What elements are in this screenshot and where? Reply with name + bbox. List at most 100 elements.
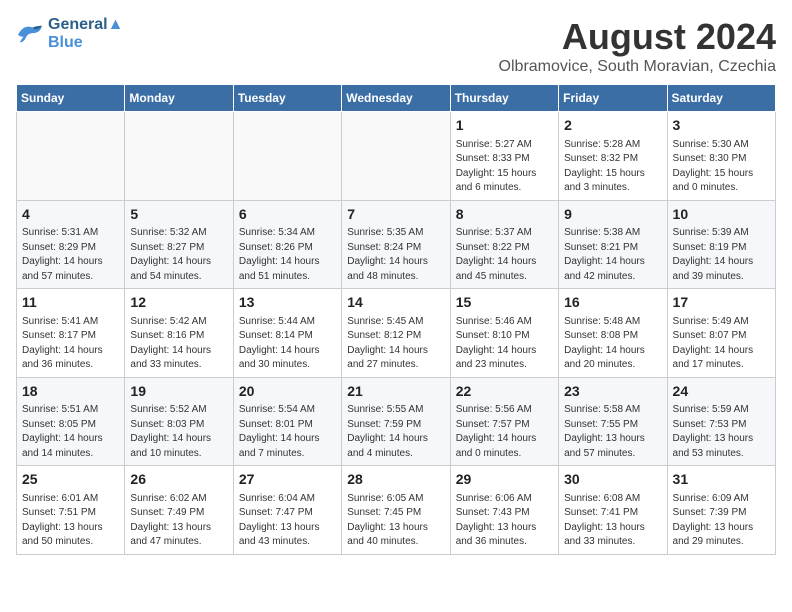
calendar-table: Sunday Monday Tuesday Wednesday Thursday… xyxy=(16,84,776,555)
page-header: General▲ Blue August 2024 Olbramovice, S… xyxy=(16,16,776,76)
calendar-cell xyxy=(17,112,125,201)
calendar-cell: 18Sunrise: 5:51 AM Sunset: 8:05 PM Dayli… xyxy=(17,377,125,466)
calendar-title-block: August 2024 Olbramovice, South Moravian,… xyxy=(499,16,776,76)
day-info: Sunrise: 6:06 AM Sunset: 7:43 PM Dayligh… xyxy=(456,492,553,550)
day-info: Sunrise: 5:56 AM Sunset: 7:57 PM Dayligh… xyxy=(456,403,553,461)
calendar-cell: 8Sunrise: 5:37 AM Sunset: 8:22 PM Daylig… xyxy=(450,200,558,289)
day-number: 27 xyxy=(239,470,336,490)
calendar-cell: 22Sunrise: 5:56 AM Sunset: 7:57 PM Dayli… xyxy=(450,377,558,466)
day-number: 28 xyxy=(347,470,444,490)
col-monday: Monday xyxy=(125,85,233,112)
calendar-cell: 3Sunrise: 5:30 AM Sunset: 8:30 PM Daylig… xyxy=(667,112,775,201)
calendar-cell: 6Sunrise: 5:34 AM Sunset: 8:26 PM Daylig… xyxy=(233,200,341,289)
day-number: 19 xyxy=(130,382,227,402)
calendar-row-4: 18Sunrise: 5:51 AM Sunset: 8:05 PM Dayli… xyxy=(17,377,776,466)
calendar-cell: 2Sunrise: 5:28 AM Sunset: 8:32 PM Daylig… xyxy=(559,112,667,201)
day-number: 18 xyxy=(22,382,119,402)
calendar-cell: 30Sunrise: 6:08 AM Sunset: 7:41 PM Dayli… xyxy=(559,466,667,555)
day-info: Sunrise: 5:37 AM Sunset: 8:22 PM Dayligh… xyxy=(456,226,553,284)
calendar-cell: 28Sunrise: 6:05 AM Sunset: 7:45 PM Dayli… xyxy=(342,466,450,555)
day-info: Sunrise: 5:34 AM Sunset: 8:26 PM Dayligh… xyxy=(239,226,336,284)
col-sunday: Sunday xyxy=(17,85,125,112)
day-info: Sunrise: 6:05 AM Sunset: 7:45 PM Dayligh… xyxy=(347,492,444,550)
calendar-cell: 21Sunrise: 5:55 AM Sunset: 7:59 PM Dayli… xyxy=(342,377,450,466)
calendar-row-1: 1Sunrise: 5:27 AM Sunset: 8:33 PM Daylig… xyxy=(17,112,776,201)
day-number: 22 xyxy=(456,382,553,402)
calendar-title: August 2024 xyxy=(499,16,776,58)
day-number: 24 xyxy=(673,382,770,402)
calendar-cell: 11Sunrise: 5:41 AM Sunset: 8:17 PM Dayli… xyxy=(17,289,125,378)
day-number: 4 xyxy=(22,205,119,225)
day-number: 17 xyxy=(673,293,770,313)
logo: General▲ Blue xyxy=(16,16,123,52)
header-row: Sunday Monday Tuesday Wednesday Thursday… xyxy=(17,85,776,112)
calendar-cell: 10Sunrise: 5:39 AM Sunset: 8:19 PM Dayli… xyxy=(667,200,775,289)
calendar-cell: 25Sunrise: 6:01 AM Sunset: 7:51 PM Dayli… xyxy=(17,466,125,555)
calendar-cell: 12Sunrise: 5:42 AM Sunset: 8:16 PM Dayli… xyxy=(125,289,233,378)
day-info: Sunrise: 6:01 AM Sunset: 7:51 PM Dayligh… xyxy=(22,492,119,550)
calendar-cell: 9Sunrise: 5:38 AM Sunset: 8:21 PM Daylig… xyxy=(559,200,667,289)
day-number: 31 xyxy=(673,470,770,490)
day-number: 14 xyxy=(347,293,444,313)
calendar-subtitle: Olbramovice, South Moravian, Czechia xyxy=(499,58,776,76)
day-info: Sunrise: 5:27 AM Sunset: 8:33 PM Dayligh… xyxy=(456,138,553,196)
calendar-cell xyxy=(233,112,341,201)
day-info: Sunrise: 5:31 AM Sunset: 8:29 PM Dayligh… xyxy=(22,226,119,284)
calendar-row-3: 11Sunrise: 5:41 AM Sunset: 8:17 PM Dayli… xyxy=(17,289,776,378)
day-number: 21 xyxy=(347,382,444,402)
day-number: 11 xyxy=(22,293,119,313)
day-info: Sunrise: 5:46 AM Sunset: 8:10 PM Dayligh… xyxy=(456,315,553,373)
calendar-header: Sunday Monday Tuesday Wednesday Thursday… xyxy=(17,85,776,112)
day-info: Sunrise: 5:42 AM Sunset: 8:16 PM Dayligh… xyxy=(130,315,227,373)
calendar-cell: 26Sunrise: 6:02 AM Sunset: 7:49 PM Dayli… xyxy=(125,466,233,555)
calendar-cell: 17Sunrise: 5:49 AM Sunset: 8:07 PM Dayli… xyxy=(667,289,775,378)
calendar-cell: 20Sunrise: 5:54 AM Sunset: 8:01 PM Dayli… xyxy=(233,377,341,466)
calendar-cell: 7Sunrise: 5:35 AM Sunset: 8:24 PM Daylig… xyxy=(342,200,450,289)
day-info: Sunrise: 5:32 AM Sunset: 8:27 PM Dayligh… xyxy=(130,226,227,284)
day-number: 3 xyxy=(673,116,770,136)
day-info: Sunrise: 5:58 AM Sunset: 7:55 PM Dayligh… xyxy=(564,403,661,461)
calendar-cell: 1Sunrise: 5:27 AM Sunset: 8:33 PM Daylig… xyxy=(450,112,558,201)
calendar-cell: 27Sunrise: 6:04 AM Sunset: 7:47 PM Dayli… xyxy=(233,466,341,555)
day-info: Sunrise: 5:44 AM Sunset: 8:14 PM Dayligh… xyxy=(239,315,336,373)
day-info: Sunrise: 5:59 AM Sunset: 7:53 PM Dayligh… xyxy=(673,403,770,461)
calendar-row-5: 25Sunrise: 6:01 AM Sunset: 7:51 PM Dayli… xyxy=(17,466,776,555)
day-info: Sunrise: 6:08 AM Sunset: 7:41 PM Dayligh… xyxy=(564,492,661,550)
day-number: 29 xyxy=(456,470,553,490)
day-number: 25 xyxy=(22,470,119,490)
calendar-cell: 31Sunrise: 6:09 AM Sunset: 7:39 PM Dayli… xyxy=(667,466,775,555)
day-info: Sunrise: 5:48 AM Sunset: 8:08 PM Dayligh… xyxy=(564,315,661,373)
day-info: Sunrise: 5:30 AM Sunset: 8:30 PM Dayligh… xyxy=(673,138,770,196)
day-number: 15 xyxy=(456,293,553,313)
day-number: 7 xyxy=(347,205,444,225)
calendar-cell: 13Sunrise: 5:44 AM Sunset: 8:14 PM Dayli… xyxy=(233,289,341,378)
day-info: Sunrise: 6:09 AM Sunset: 7:39 PM Dayligh… xyxy=(673,492,770,550)
col-thursday: Thursday xyxy=(450,85,558,112)
calendar-cell: 4Sunrise: 5:31 AM Sunset: 8:29 PM Daylig… xyxy=(17,200,125,289)
calendar-cell xyxy=(125,112,233,201)
day-number: 12 xyxy=(130,293,227,313)
col-tuesday: Tuesday xyxy=(233,85,341,112)
calendar-cell: 14Sunrise: 5:45 AM Sunset: 8:12 PM Dayli… xyxy=(342,289,450,378)
calendar-body: 1Sunrise: 5:27 AM Sunset: 8:33 PM Daylig… xyxy=(17,112,776,555)
calendar-cell: 16Sunrise: 5:48 AM Sunset: 8:08 PM Dayli… xyxy=(559,289,667,378)
calendar-cell: 5Sunrise: 5:32 AM Sunset: 8:27 PM Daylig… xyxy=(125,200,233,289)
day-number: 5 xyxy=(130,205,227,225)
calendar-row-2: 4Sunrise: 5:31 AM Sunset: 8:29 PM Daylig… xyxy=(17,200,776,289)
day-info: Sunrise: 6:04 AM Sunset: 7:47 PM Dayligh… xyxy=(239,492,336,550)
day-number: 13 xyxy=(239,293,336,313)
day-number: 26 xyxy=(130,470,227,490)
day-info: Sunrise: 5:41 AM Sunset: 8:17 PM Dayligh… xyxy=(22,315,119,373)
col-friday: Friday xyxy=(559,85,667,112)
day-number: 9 xyxy=(564,205,661,225)
day-info: Sunrise: 5:39 AM Sunset: 8:19 PM Dayligh… xyxy=(673,226,770,284)
day-info: Sunrise: 5:45 AM Sunset: 8:12 PM Dayligh… xyxy=(347,315,444,373)
calendar-cell: 23Sunrise: 5:58 AM Sunset: 7:55 PM Dayli… xyxy=(559,377,667,466)
day-number: 20 xyxy=(239,382,336,402)
day-number: 1 xyxy=(456,116,553,136)
day-number: 16 xyxy=(564,293,661,313)
day-number: 10 xyxy=(673,205,770,225)
calendar-cell xyxy=(342,112,450,201)
day-info: Sunrise: 5:54 AM Sunset: 8:01 PM Dayligh… xyxy=(239,403,336,461)
day-info: Sunrise: 5:49 AM Sunset: 8:07 PM Dayligh… xyxy=(673,315,770,373)
